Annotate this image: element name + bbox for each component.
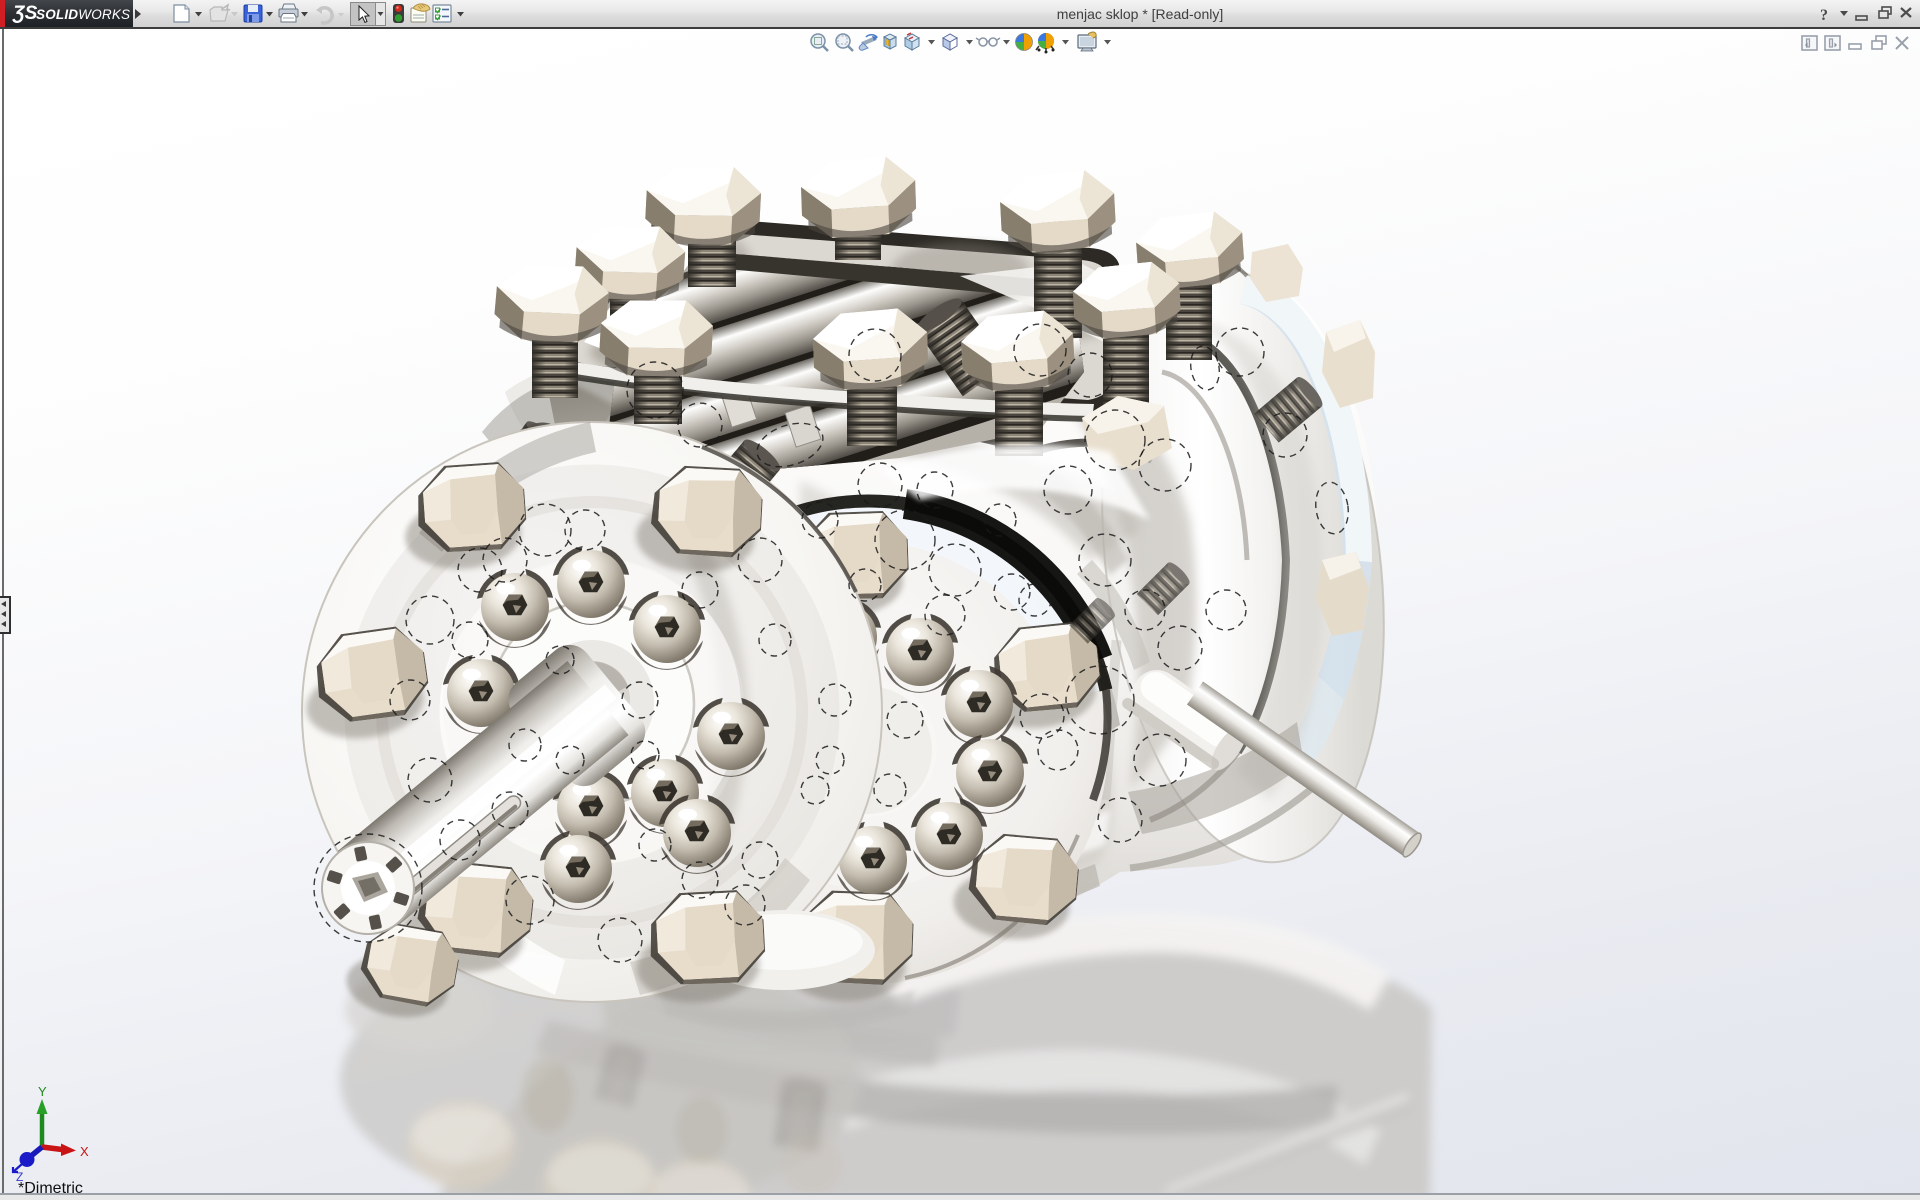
svg-text:Z: Z <box>16 1170 23 1184</box>
svg-text:?: ? <box>1820 7 1828 24</box>
svg-text:Y: Y <box>38 1085 47 1099</box>
svg-text:X: X <box>80 1144 89 1159</box>
